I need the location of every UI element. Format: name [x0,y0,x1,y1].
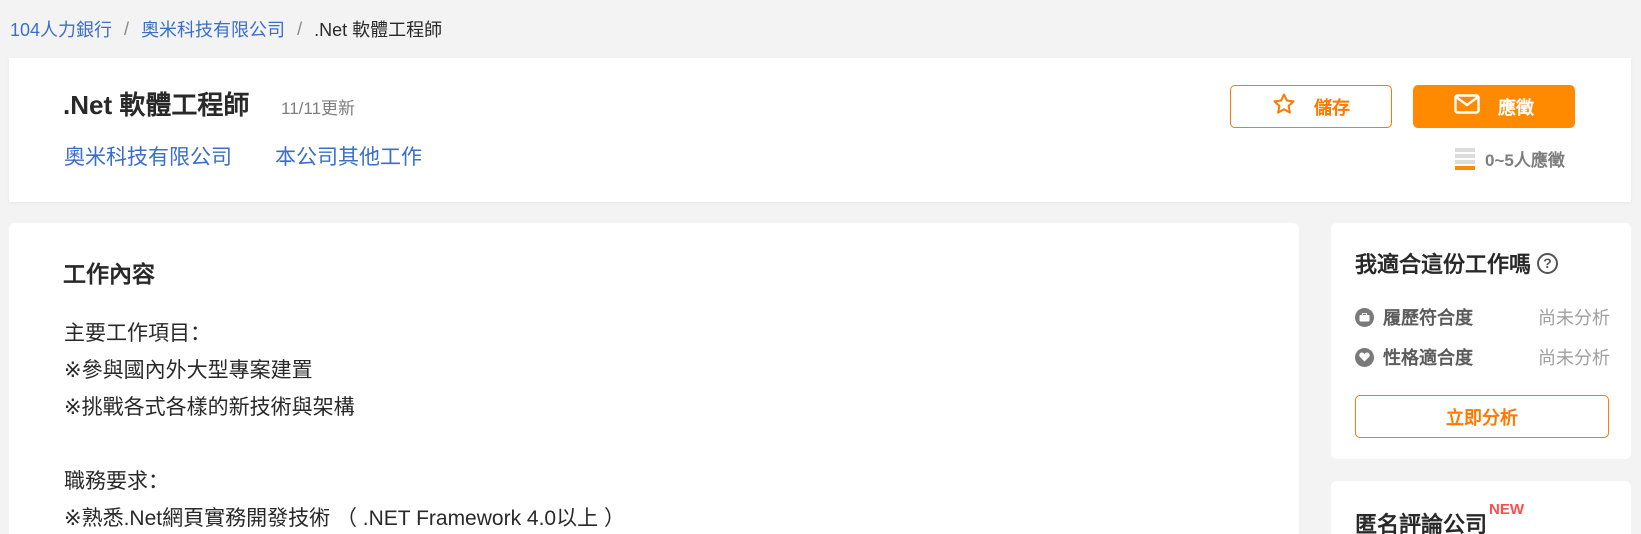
description-line: ※參與國內外大型專案建置 [64,359,313,382]
updated-date: 11/11更新 [281,99,356,118]
job-fit-card: 我適合這份工作嗎 ? 履歷符合度 尚未分析 性格適合度 尚未分析 立即分析 [1331,223,1631,459]
save-button[interactable]: 儲存 [1230,85,1392,128]
job-description-card: 工作內容 主要工作項目： ※參與國內外大型專案建置 ※挑戰各式各樣的新技術與架構… [9,223,1299,534]
apply-button[interactable]: 應徵 [1413,85,1575,128]
description-line: ※熟悉.Net網頁實務開發技術 （ .NET Framework 4.0以上 ） [64,507,625,530]
review-title[interactable]: 匿名評論公司 [1355,507,1487,534]
resume-fit-value: 尚未分析 [1538,308,1610,328]
job-description: 主要工作項目： ※參與國內外大型專案建置 ※挑戰各式各樣的新技術與架構 職務要求… [64,315,625,534]
applicant-count-label: 0~5人應徵 [1485,151,1565,170]
description-line: 職務要求： [64,470,169,493]
mail-icon [1454,94,1480,119]
resume-fit-row: 履歷符合度 尚未分析 [1355,304,1610,330]
apply-button-label: 應徵 [1498,97,1534,118]
other-jobs-link[interactable]: 本公司其他工作 [275,141,422,171]
star-icon [1272,92,1296,121]
fit-title: 我適合這份工作嗎 ? [1355,247,1559,279]
company-link[interactable]: 奧米科技有限公司 [64,141,232,171]
breadcrumb-company-link[interactable]: 奧米科技有限公司 [141,16,285,42]
heart-icon [1355,347,1374,367]
description-line: ※挑戰各式各樣的新技術與架構 [64,396,355,419]
breadcrumb: 104人力銀行 / 奧米科技有限公司 / .Net 軟體工程師 [10,16,442,42]
personality-fit-label: 性格適合度 [1383,348,1473,368]
personality-fit-value: 尚未分析 [1538,348,1610,368]
description-line [64,426,625,463]
fit-title-text: 我適合這份工作嗎 [1355,252,1532,277]
briefcase-icon [1355,307,1374,327]
analyze-button[interactable]: 立即分析 [1355,395,1609,438]
help-icon[interactable]: ? [1537,252,1559,274]
breadcrumb-home-link[interactable]: 104人力銀行 [10,16,112,42]
breadcrumb-separator: / [297,18,303,39]
job-header-card: .Net 軟體工程師 11/11更新 奧米科技有限公司 本公司其他工作 儲存 應… [9,58,1631,202]
applicant-count: 0~5人應徵 [1455,146,1565,171]
save-button-label: 儲存 [1314,97,1350,118]
new-badge: NEW [1489,501,1524,518]
resume-fit-label: 履歷符合度 [1383,308,1473,328]
personality-fit-row: 性格適合度 尚未分析 [1355,344,1610,370]
applicant-level-icon [1455,147,1475,170]
breadcrumb-separator: / [124,18,130,39]
job-title: .Net 軟體工程師 [63,90,250,120]
company-review-card: 匿名評論公司 NEW [1331,481,1631,534]
description-line: 主要工作項目： [64,322,211,345]
section-title: 工作內容 [63,261,155,287]
breadcrumb-current: .Net 軟體工程師 [314,20,443,40]
